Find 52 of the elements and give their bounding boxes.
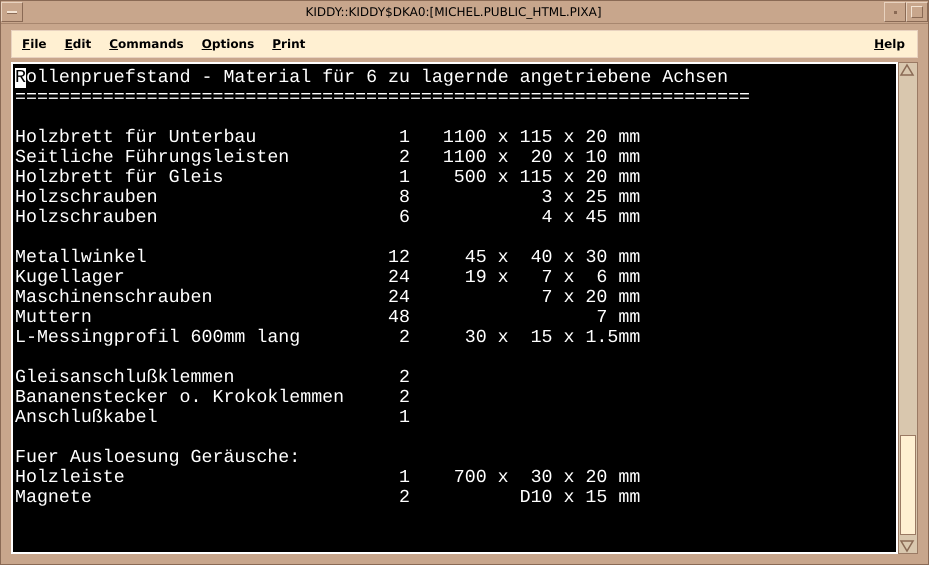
menu-item[interactable]: Edit <box>64 37 92 51</box>
item-name: Muttern <box>15 308 93 328</box>
item-quantity: 1 <box>398 168 410 188</box>
item-name: Holzbrett für Gleis <box>15 168 224 188</box>
item-name: Anschlußkabel <box>15 408 159 428</box>
item-name: Gleisanschlußklemmen <box>15 368 236 388</box>
terminal-line: Fuer Ausloesung Geräusche: <box>15 448 300 468</box>
item-quantity: 8 <box>398 188 410 208</box>
item-quantity: 2 <box>398 368 410 388</box>
menu-item[interactable]: File <box>22 37 47 51</box>
item-size: 500 x 115 x 20 mm <box>452 168 640 188</box>
item-name: Metallwinkel <box>15 248 148 268</box>
menu-item[interactable]: Print <box>272 37 306 51</box>
item-size: 1100 x 115 x 20 mm <box>442 128 640 148</box>
item-quantity: 2 <box>398 388 410 408</box>
item-quantity: 48 <box>388 308 410 328</box>
item-name: Holzschrauben <box>15 188 159 208</box>
item-name: Holzbrett für Unterbau <box>15 128 258 148</box>
item-name: Holzleiste <box>15 468 126 488</box>
item-size: 7 mm <box>595 308 640 328</box>
terminal-line: Rollenpruefstand - Material für 6 zu lagernde angetriebene Achsen <box>15 68 728 88</box>
item-quantity: 12 <box>388 248 410 268</box>
item-quantity: 24 <box>388 288 410 308</box>
item-size: 45 x 40 x 30 mm <box>464 248 640 268</box>
item-size: 700 x 30 x 20 mm <box>452 468 640 488</box>
item-name: Seitliche Führungsleisten <box>15 148 290 168</box>
item-quantity: 1 <box>398 468 410 488</box>
item-name: Holzschrauben <box>15 208 159 228</box>
item-size: 30 x 15 x 1.5mm <box>464 328 640 348</box>
item-size: 19 x 7 x 6 mm <box>464 268 640 288</box>
item-name: Bananenstecker o. Krokoklemmen <box>15 388 346 408</box>
item-quantity: 24 <box>388 268 410 288</box>
help-menu[interactable]: Help <box>874 37 905 51</box>
item-name: Kugellager <box>15 268 126 288</box>
item-name: L-Messingprofil 600mm lang <box>15 328 302 348</box>
menu-item[interactable]: Options <box>202 37 254 51</box>
item-name: Maschinenschrauben <box>15 288 214 308</box>
item-size: 1100 x 20 x 10 mm <box>442 148 640 168</box>
item-quantity: 2 <box>398 148 410 168</box>
item-quantity: 2 <box>398 328 410 348</box>
item-size: D10 x 15 mm <box>518 488 640 508</box>
item-size: 3 x 25 mm <box>540 188 640 208</box>
item-quantity: 2 <box>398 488 410 508</box>
terminal-line: =================================================================== <box>15 88 750 108</box>
item-size: 7 x 20 mm <box>540 288 640 308</box>
menu-item[interactable]: Commands <box>109 37 184 51</box>
item-quantity: 1 <box>398 128 410 148</box>
item-quantity: 6 <box>398 208 410 228</box>
item-size: 4 x 45 mm <box>540 208 640 228</box>
item-quantity: 1 <box>398 408 410 428</box>
window-title: KIDDY::KIDDY$DKA0:[MICHEL.PUBLIC_HTML.PIXA] <box>304 5 603 19</box>
item-name: Magnete <box>15 488 93 508</box>
